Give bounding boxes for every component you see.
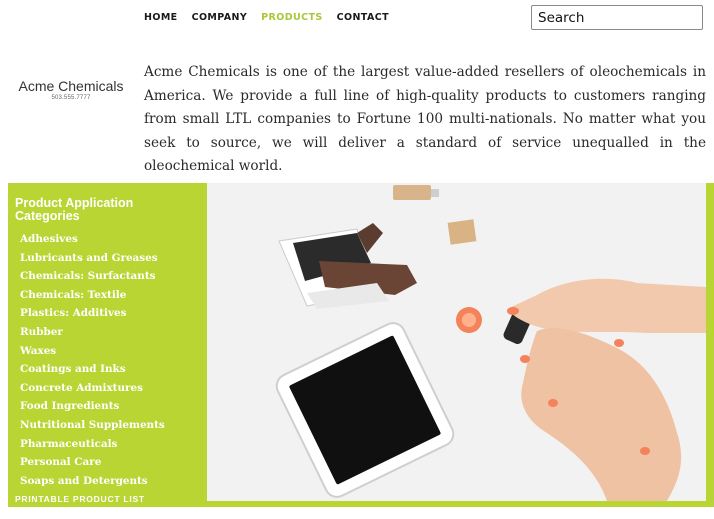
wooden-block-icon [447,219,477,245]
category-personal-care[interactable]: Personal Care [20,453,203,472]
category-pharmaceuticals[interactable]: Pharmaceuticals [20,435,203,454]
nav-products[interactable]: PRODUCTS [261,12,322,23]
category-concrete[interactable]: Concrete Admixtures [20,379,203,398]
intro-paragraph: Acme Chemicals is one of the largest val… [144,64,706,174]
nav-contact[interactable]: CONTACT [337,12,389,23]
hero-photo [207,183,706,501]
category-waxes[interactable]: Waxes [20,342,203,361]
category-list: Adhesives Lubricants and Greases Chemica… [20,230,203,490]
category-sidebar: Product Application Categories Adhesives… [15,196,203,505]
category-plastics[interactable]: Plastics: Additives [20,304,203,323]
category-rubber[interactable]: Rubber [20,323,203,342]
page: HOME COMPANY PRODUCTS CONTACT Acme Chemi… [0,0,714,519]
nav-company[interactable]: COMPANY [192,12,248,23]
category-soaps[interactable]: Soaps and Detergents [20,472,203,491]
brand-block: Acme Chemicals 503.555.7777 [10,78,132,101]
category-textile[interactable]: Chemicals: Textile [20,286,203,305]
nav-home[interactable]: HOME [144,12,178,23]
brand-name: Acme Chemicals [18,78,124,94]
printable-product-list-link[interactable]: PRINTABLE PRODUCT LIST [15,494,203,504]
category-nutritional[interactable]: Nutritional Supplements [20,416,203,435]
product-panel: Product Application Categories Adhesives… [8,183,714,507]
category-lubricants[interactable]: Lubricants and Greases [20,249,203,268]
category-surfactants[interactable]: Chemicals: Surfactants [20,267,203,286]
brand-phone: 503.555.7777 [51,95,91,101]
category-coatings[interactable]: Coatings and Inks [20,360,203,379]
top-nav: HOME COMPANY PRODUCTS CONTACT [144,12,403,23]
category-adhesives[interactable]: Adhesives [20,230,203,249]
sidebar-heading: Product Application Categories [15,196,134,223]
category-food[interactable]: Food Ingredients [20,397,203,416]
search-input[interactable] [531,5,703,30]
